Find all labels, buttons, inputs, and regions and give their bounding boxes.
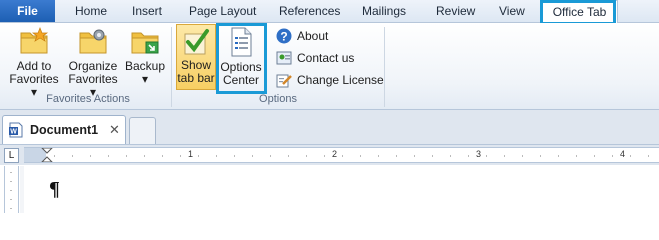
folder-arrow-icon	[131, 32, 159, 54]
vertical-ruler	[4, 166, 19, 213]
horizontal-ruler[interactable]: 1 2 3 4	[24, 147, 659, 163]
document-tab-bar: W Document1 ✕	[0, 110, 659, 145]
close-icon[interactable]: ✕	[109, 122, 120, 138]
contact-icon	[276, 51, 292, 65]
organize-favorites-button[interactable]: Organize Favorites ▾	[64, 27, 122, 99]
document-tab-title: Document1	[30, 123, 99, 137]
document-area[interactable]: ¶	[20, 166, 659, 213]
svg-text:W: W	[10, 129, 17, 136]
word-document-icon: W	[9, 122, 23, 138]
tab-review[interactable]: Review	[436, 0, 475, 22]
tab-view[interactable]: View	[499, 0, 525, 22]
backup-button[interactable]: Backup ▾	[124, 27, 166, 86]
svg-text:?: ?	[280, 30, 287, 44]
ruler-mark: 1	[188, 149, 194, 159]
document-page[interactable]: ¶	[24, 166, 659, 213]
show-tab-bar-button[interactable]: Show tab bar	[176, 24, 216, 90]
paragraph-mark: ¶	[49, 178, 60, 200]
ruler-mark: 4	[620, 149, 626, 159]
change-license-label: Change License	[297, 73, 384, 87]
ruler-mark: 2	[332, 149, 338, 159]
backup-dropdown: ▾	[141, 72, 149, 86]
tab-selector-button[interactable]: L	[4, 148, 19, 163]
show-tab-bar-line2: tab bar	[177, 71, 215, 85]
add-to-favorites-button[interactable]: Add to Favorites ▾	[8, 27, 60, 99]
options-group-label: Options	[259, 93, 297, 105]
tab-references[interactable]: References	[279, 0, 340, 22]
change-license-button[interactable]: Change License	[276, 71, 384, 89]
folder-gear-icon	[79, 29, 107, 54]
about-button[interactable]: ? About	[276, 27, 328, 45]
about-label: About	[297, 29, 329, 43]
contact-us-label: Contact us	[297, 51, 355, 65]
contact-us-button[interactable]: Contact us	[276, 49, 354, 67]
ruler-mark: 3	[476, 149, 482, 159]
folder-star-icon	[20, 27, 49, 54]
tab-home[interactable]: Home	[75, 0, 107, 22]
tab-insert[interactable]: Insert	[132, 0, 162, 22]
group-separator	[384, 27, 385, 107]
new-tab-button[interactable]	[129, 117, 156, 144]
group-separator	[171, 27, 172, 107]
document-tab[interactable]: W Document1 ✕	[2, 115, 126, 144]
vertical-ruler-ticks	[10, 172, 12, 213]
ruler-ticks	[54, 155, 654, 157]
help-icon: ?	[276, 28, 292, 44]
favorites-actions-group-label: Favorites Actions	[46, 93, 130, 105]
office-tab-highlight	[540, 0, 616, 25]
options-center-highlight	[216, 23, 267, 94]
ribbon: Add to Favorites ▾ Organize Favorites ▾ …	[0, 23, 659, 110]
ruler-row: L 1 2 3 4	[0, 145, 659, 165]
indent-marker-icon[interactable]	[41, 148, 53, 162]
tab-page-layout[interactable]: Page Layout	[189, 0, 256, 22]
checkmark-icon	[184, 29, 209, 55]
license-icon	[276, 74, 292, 88]
tab-mailings[interactable]: Mailings	[362, 0, 406, 22]
file-tab[interactable]: File	[0, 0, 55, 22]
